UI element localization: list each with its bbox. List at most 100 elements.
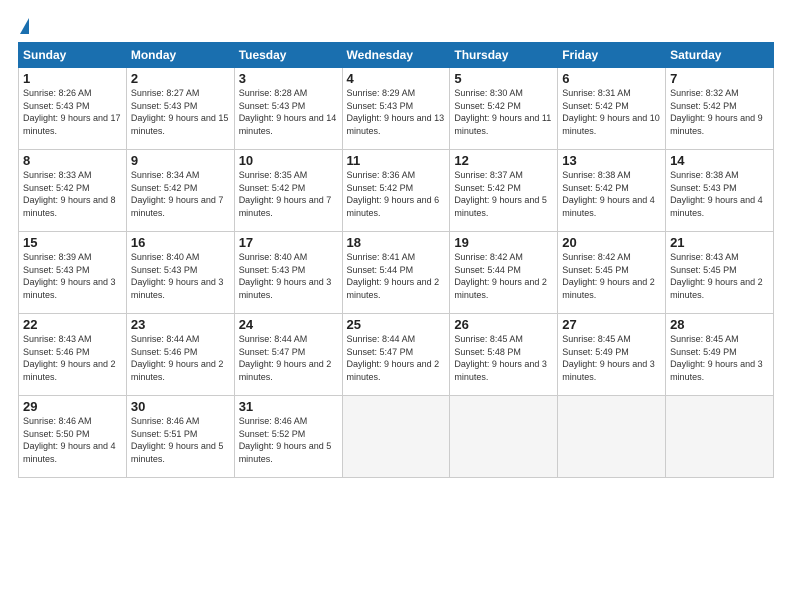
- cell-info: Sunrise: 8:29 AMSunset: 5:43 PMDaylight:…: [347, 88, 445, 136]
- day-number: 9: [131, 153, 230, 168]
- cell-info: Sunrise: 8:41 AMSunset: 5:44 PMDaylight:…: [347, 252, 440, 300]
- weekday-tuesday: Tuesday: [234, 43, 342, 68]
- cell-info: Sunrise: 8:35 AMSunset: 5:42 PMDaylight:…: [239, 170, 332, 218]
- calendar-cell: 27Sunrise: 8:45 AMSunset: 5:49 PMDayligh…: [558, 314, 666, 396]
- weekday-wednesday: Wednesday: [342, 43, 450, 68]
- calendar-cell: 17Sunrise: 8:40 AMSunset: 5:43 PMDayligh…: [234, 232, 342, 314]
- calendar-cell: 18 Sunrise: 8:41 AMSunset: 5:44 PMDayligh…: [342, 232, 450, 314]
- day-number: 28: [670, 317, 769, 332]
- calendar-cell: 31 Sunrise: 8:46 AMSunset: 5:52 PMDayligh…: [234, 396, 342, 478]
- day-number: 1: [23, 71, 122, 86]
- cell-info: Sunrise: 8:46 AMSunset: 5:50 PMDaylight:…: [23, 416, 116, 464]
- day-number: 26: [454, 317, 553, 332]
- cell-info: Sunrise: 8:39 AMSunset: 5:43 PMDaylight:…: [23, 252, 116, 300]
- calendar-cell: 5 Sunrise: 8:30 AMSunset: 5:42 PMDaylight…: [450, 68, 558, 150]
- day-number: 14: [670, 153, 769, 168]
- day-number: 6: [562, 71, 661, 86]
- week-row-3: 15Sunrise: 8:39 AMSunset: 5:43 PMDayligh…: [19, 232, 774, 314]
- day-number: 10: [239, 153, 338, 168]
- cell-info: Sunrise: 8:42 AMSunset: 5:45 PMDaylight:…: [562, 252, 655, 300]
- day-number: 24: [239, 317, 338, 332]
- day-number: 3: [239, 71, 338, 86]
- day-number: 4: [347, 71, 446, 86]
- day-number: 27: [562, 317, 661, 332]
- day-number: 16: [131, 235, 230, 250]
- weekday-sunday: Sunday: [19, 43, 127, 68]
- calendar-cell: 14Sunrise: 8:38 AMSunset: 5:43 PMDayligh…: [666, 150, 774, 232]
- cell-info: Sunrise: 8:43 AMSunset: 5:45 PMDaylight:…: [670, 252, 763, 300]
- cell-info: Sunrise: 8:46 AMSunset: 5:52 PMDaylight:…: [239, 416, 332, 464]
- cell-info: Sunrise: 8:46 AMSunset: 5:51 PMDaylight:…: [131, 416, 224, 464]
- day-number: 18: [347, 235, 446, 250]
- calendar-cell: 2 Sunrise: 8:27 AMSunset: 5:43 PMDaylight…: [126, 68, 234, 150]
- day-number: 22: [23, 317, 122, 332]
- header: [18, 18, 774, 34]
- day-number: 7: [670, 71, 769, 86]
- cell-info: Sunrise: 8:44 AMSunset: 5:47 PMDaylight:…: [239, 334, 332, 382]
- weekday-monday: Monday: [126, 43, 234, 68]
- week-row-5: 29 Sunrise: 8:46 AMSunset: 5:50 PMDayligh…: [19, 396, 774, 478]
- calendar-cell: 30 Sunrise: 8:46 AMSunset: 5:51 PMDayligh…: [126, 396, 234, 478]
- cell-info: Sunrise: 8:32 AMSunset: 5:42 PMDaylight:…: [670, 88, 763, 136]
- week-row-2: 8 Sunrise: 8:33 AMSunset: 5:42 PMDaylight…: [19, 150, 774, 232]
- cell-info: Sunrise: 8:37 AMSunset: 5:42 PMDaylight:…: [454, 170, 547, 218]
- weekday-saturday: Saturday: [666, 43, 774, 68]
- day-number: 13: [562, 153, 661, 168]
- cell-info: Sunrise: 8:30 AMSunset: 5:42 PMDaylight:…: [454, 88, 551, 136]
- calendar-cell: 1 Sunrise: 8:26 AMSunset: 5:43 PMDaylight…: [19, 68, 127, 150]
- day-number: 11: [347, 153, 446, 168]
- cell-info: Sunrise: 8:36 AMSunset: 5:42 PMDaylight:…: [347, 170, 440, 218]
- cell-info: Sunrise: 8:45 AMSunset: 5:48 PMDaylight:…: [454, 334, 547, 382]
- calendar-cell: 16 Sunrise: 8:40 AMSunset: 5:43 PMDayligh…: [126, 232, 234, 314]
- cell-info: Sunrise: 8:44 AMSunset: 5:46 PMDaylight:…: [131, 334, 224, 382]
- day-number: 5: [454, 71, 553, 86]
- day-number: 30: [131, 399, 230, 414]
- calendar-cell: [342, 396, 450, 478]
- calendar-cell: 4 Sunrise: 8:29 AMSunset: 5:43 PMDaylight…: [342, 68, 450, 150]
- cell-info: Sunrise: 8:40 AMSunset: 5:43 PMDaylight:…: [131, 252, 224, 300]
- calendar-cell: 29 Sunrise: 8:46 AMSunset: 5:50 PMDayligh…: [19, 396, 127, 478]
- day-number: 25: [347, 317, 446, 332]
- calendar-cell: 25 Sunrise: 8:44 AMSunset: 5:47 PMDayligh…: [342, 314, 450, 396]
- week-row-1: 1 Sunrise: 8:26 AMSunset: 5:43 PMDaylight…: [19, 68, 774, 150]
- calendar-cell: [558, 396, 666, 478]
- day-number: 17: [239, 235, 338, 250]
- calendar-cell: 22 Sunrise: 8:43 AMSunset: 5:46 PMDayligh…: [19, 314, 127, 396]
- calendar-cell: 13 Sunrise: 8:38 AMSunset: 5:42 PMDayligh…: [558, 150, 666, 232]
- weekday-thursday: Thursday: [450, 43, 558, 68]
- calendar-cell: 21Sunrise: 8:43 AMSunset: 5:45 PMDayligh…: [666, 232, 774, 314]
- cell-info: Sunrise: 8:33 AMSunset: 5:42 PMDaylight:…: [23, 170, 116, 218]
- calendar-cell: 3 Sunrise: 8:28 AMSunset: 5:43 PMDaylight…: [234, 68, 342, 150]
- cell-info: Sunrise: 8:38 AMSunset: 5:42 PMDaylight:…: [562, 170, 655, 218]
- cell-info: Sunrise: 8:42 AMSunset: 5:44 PMDaylight:…: [454, 252, 547, 300]
- calendar-cell: [450, 396, 558, 478]
- cell-info: Sunrise: 8:28 AMSunset: 5:43 PMDaylight:…: [239, 88, 337, 136]
- cell-info: Sunrise: 8:27 AMSunset: 5:43 PMDaylight:…: [131, 88, 229, 136]
- week-row-4: 22 Sunrise: 8:43 AMSunset: 5:46 PMDayligh…: [19, 314, 774, 396]
- page: SundayMondayTuesdayWednesdayThursdayFrid…: [0, 0, 792, 612]
- day-number: 29: [23, 399, 122, 414]
- calendar-cell: 8 Sunrise: 8:33 AMSunset: 5:42 PMDaylight…: [19, 150, 127, 232]
- calendar-cell: 19 Sunrise: 8:42 AMSunset: 5:44 PMDayligh…: [450, 232, 558, 314]
- cell-info: Sunrise: 8:34 AMSunset: 5:42 PMDaylight:…: [131, 170, 224, 218]
- cell-info: Sunrise: 8:43 AMSunset: 5:46 PMDaylight:…: [23, 334, 116, 382]
- calendar: SundayMondayTuesdayWednesdayThursdayFrid…: [18, 42, 774, 478]
- calendar-cell: [666, 396, 774, 478]
- calendar-cell: 23 Sunrise: 8:44 AMSunset: 5:46 PMDayligh…: [126, 314, 234, 396]
- calendar-cell: 10 Sunrise: 8:35 AMSunset: 5:42 PMDayligh…: [234, 150, 342, 232]
- calendar-cell: 28Sunrise: 8:45 AMSunset: 5:49 PMDayligh…: [666, 314, 774, 396]
- weekday-friday: Friday: [558, 43, 666, 68]
- cell-info: Sunrise: 8:26 AMSunset: 5:43 PMDaylight:…: [23, 88, 121, 136]
- day-number: 31: [239, 399, 338, 414]
- day-number: 23: [131, 317, 230, 332]
- day-number: 8: [23, 153, 122, 168]
- day-number: 19: [454, 235, 553, 250]
- calendar-cell: 20Sunrise: 8:42 AMSunset: 5:45 PMDayligh…: [558, 232, 666, 314]
- day-number: 12: [454, 153, 553, 168]
- calendar-cell: 9 Sunrise: 8:34 AMSunset: 5:42 PMDaylight…: [126, 150, 234, 232]
- calendar-cell: 6 Sunrise: 8:31 AMSunset: 5:42 PMDaylight…: [558, 68, 666, 150]
- cell-info: Sunrise: 8:44 AMSunset: 5:47 PMDaylight:…: [347, 334, 440, 382]
- cell-info: Sunrise: 8:31 AMSunset: 5:42 PMDaylight:…: [562, 88, 660, 136]
- weekday-header-row: SundayMondayTuesdayWednesdayThursdayFrid…: [19, 43, 774, 68]
- day-number: 2: [131, 71, 230, 86]
